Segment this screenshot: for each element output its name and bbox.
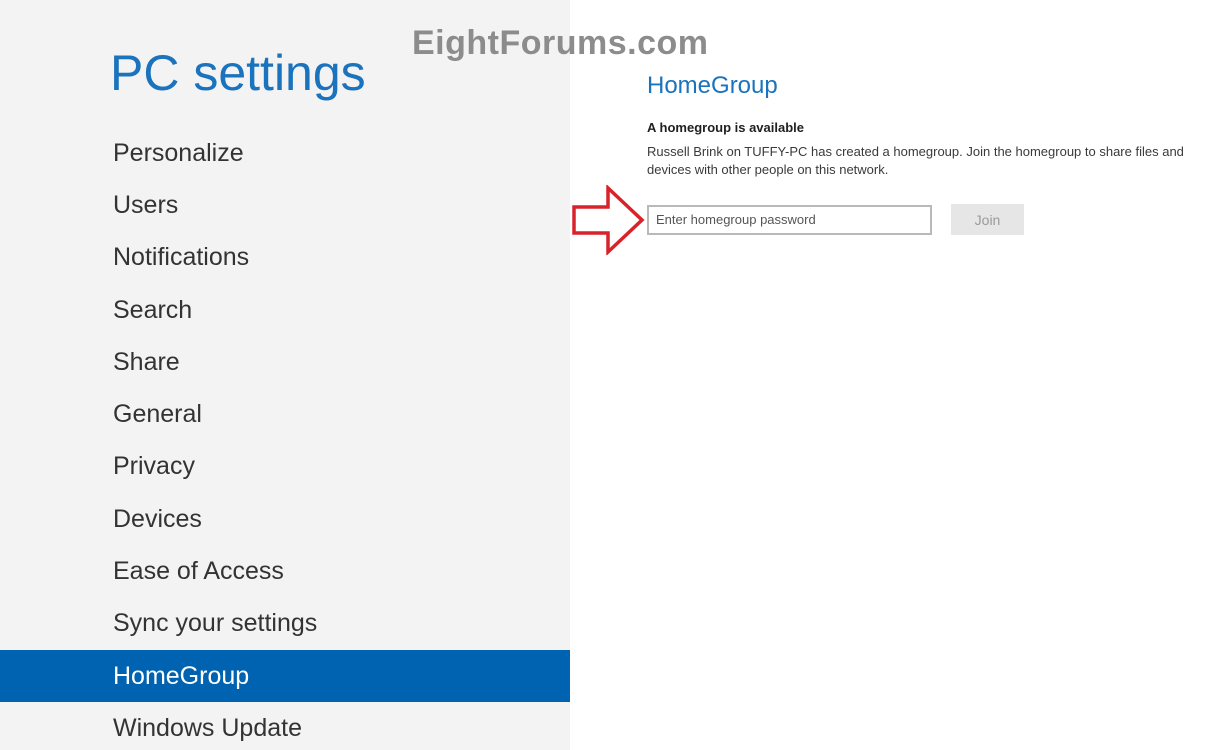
watermark: EightForums.com — [412, 24, 709, 62]
sidebar: PC settings Personalize Users Notificati… — [0, 0, 570, 750]
app-title: PC settings — [110, 45, 366, 101]
sidebar-item-ease-of-access[interactable]: Ease of Access — [0, 545, 570, 597]
section-title: HomeGroup — [647, 72, 778, 99]
pc-settings-window: PC settings Personalize Users Notificati… — [0, 0, 1212, 750]
sidebar-item-homegroup[interactable]: HomeGroup — [0, 649, 570, 703]
homegroup-password-input[interactable] — [647, 204, 932, 235]
homegroup-panel: HomeGroup A homegroup is available Russe… — [647, 70, 1212, 179]
sidebar-item-general[interactable]: General — [0, 388, 570, 440]
homegroup-available-heading: A homegroup is available — [647, 120, 805, 135]
sidebar-item-share[interactable]: Share — [0, 336, 570, 388]
sidebar-item-personalize[interactable]: Personalize — [0, 127, 570, 179]
sidebar-item-sync-settings[interactable]: Sync your settings — [0, 598, 570, 650]
sidebar-nav: Personalize Users Notifications Search S… — [0, 127, 570, 750]
sidebar-item-windows-update[interactable]: Windows Update — [0, 702, 570, 750]
sidebar-item-notifications[interactable]: Notifications — [0, 232, 570, 284]
sidebar-item-search[interactable]: Search — [0, 284, 570, 336]
sidebar-item-users[interactable]: Users — [0, 179, 570, 231]
red-arrow-icon — [572, 185, 645, 255]
homegroup-description: Russell Brink on TUFFY-PC has created a … — [647, 144, 1184, 177]
join-form: Join — [647, 204, 1024, 235]
sidebar-item-privacy[interactable]: Privacy — [0, 441, 570, 493]
join-button[interactable]: Join — [951, 204, 1024, 235]
sidebar-item-devices[interactable]: Devices — [0, 493, 570, 545]
